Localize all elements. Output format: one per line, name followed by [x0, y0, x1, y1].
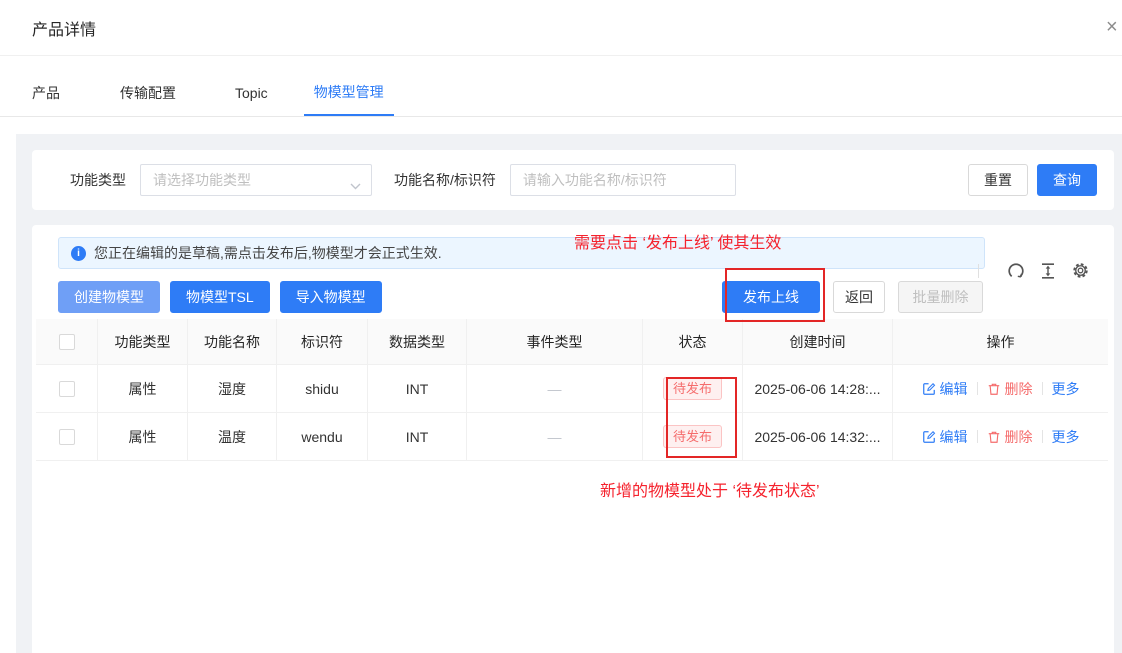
delete-button[interactable]: 删除 — [987, 379, 1033, 399]
delete-button[interactable]: 删除 — [987, 427, 1033, 447]
col-function-type: 功能类型 — [98, 319, 188, 364]
status-badge: 待发布 — [663, 377, 722, 400]
tab-topic[interactable]: Topic — [235, 56, 268, 116]
product-detail-modal: 产品详情 × 产品 传输配置 Topic 物模型管理 功能类型 请选择功能类型 … — [0, 0, 1122, 653]
toolbar: 创建物模型 物模型TSL 导入物模型 发布上线 返回 批量删除 — [58, 281, 983, 313]
more-button[interactable]: 更多 — [1052, 427, 1080, 447]
table-row: 属性 湿度 shidu INT — 待发布 2025-06-06 14:28:.… — [36, 365, 1108, 413]
status-annotation-text: 新增的物模型处于 ‘待发布状态’ — [600, 477, 820, 501]
edit-button[interactable]: 编辑 — [922, 427, 968, 447]
row-identifier: wendu — [277, 413, 368, 460]
tab-product[interactable]: 产品 — [32, 56, 60, 116]
thing-model-card: i 您正在编辑的是草稿,需点击发布后,物模型才会正式生效. 需要点击 ‘发布上线… — [32, 225, 1114, 653]
function-type-placeholder: 请选择功能类型 — [153, 170, 251, 190]
back-button[interactable]: 返回 — [833, 281, 885, 313]
chevron-down-icon — [350, 177, 361, 193]
row-created-time: 2025-06-06 14:32:... — [743, 413, 893, 460]
function-name-input[interactable] — [510, 164, 736, 196]
close-icon[interactable]: × — [1106, 16, 1122, 39]
thing-model-tsl-button[interactable]: 物模型TSL — [170, 281, 270, 313]
row-function-type: 属性 — [98, 413, 188, 460]
row-function-name: 湿度 — [188, 365, 277, 412]
row-event-type: — — [467, 413, 643, 460]
col-identifier: 标识符 — [277, 319, 368, 364]
query-button[interactable]: 查询 — [1037, 164, 1097, 196]
column-height-icon[interactable] — [1039, 262, 1057, 280]
create-thing-model-button[interactable]: 创建物模型 — [58, 281, 160, 313]
row-data-type: INT — [368, 413, 467, 460]
table-header-row: 功能类型 功能名称 标识符 数据类型 事件类型 状态 创建时间 操作 — [36, 319, 1108, 365]
content-area: 功能类型 请选择功能类型 功能名称/标识符 重置 查询 i 您正在编辑的是草稿,… — [16, 134, 1122, 653]
row-event-type: — — [467, 365, 643, 412]
row-checkbox[interactable] — [59, 429, 75, 445]
tab-thing-model[interactable]: 物模型管理 — [304, 56, 394, 116]
tab-transport-config[interactable]: 传输配置 — [120, 56, 176, 116]
tool-divider — [978, 264, 979, 278]
op-divider — [1042, 430, 1043, 443]
reload-icon[interactable] — [1007, 262, 1025, 280]
row-identifier: shidu — [277, 365, 368, 412]
col-created-time: 创建时间 — [743, 319, 893, 364]
info-icon: i — [71, 246, 86, 261]
select-all-checkbox[interactable] — [59, 334, 75, 350]
row-function-name: 温度 — [188, 413, 277, 460]
table-tool-icons — [978, 261, 1090, 280]
draft-alert: i 您正在编辑的是草稿,需点击发布后,物模型才会正式生效. — [58, 237, 985, 269]
tab-bar: 产品 传输配置 Topic 物模型管理 — [0, 56, 1122, 117]
op-divider — [977, 382, 978, 395]
row-checkbox[interactable] — [59, 381, 75, 397]
page-title: 产品详情 — [32, 16, 96, 40]
reset-button[interactable]: 重置 — [968, 164, 1028, 196]
function-type-label: 功能类型 — [70, 170, 126, 190]
row-data-type: INT — [368, 365, 467, 412]
settings-icon[interactable] — [1071, 261, 1090, 280]
col-function-name: 功能名称 — [188, 319, 277, 364]
row-created-time: 2025-06-06 14:28:... — [743, 365, 893, 412]
filter-card: 功能类型 请选择功能类型 功能名称/标识符 重置 查询 — [32, 150, 1114, 210]
publish-annotation-text: 需要点击 ‘发布上线’ 使其生效 — [574, 229, 781, 253]
edit-button[interactable]: 编辑 — [922, 379, 968, 399]
col-status: 状态 — [643, 319, 743, 364]
table-row: 属性 温度 wendu INT — 待发布 2025-06-06 14:32:.… — [36, 413, 1108, 461]
op-divider — [977, 430, 978, 443]
batch-delete-button[interactable]: 批量删除 — [898, 281, 983, 313]
col-event-type: 事件类型 — [467, 319, 643, 364]
row-function-type: 属性 — [98, 365, 188, 412]
draft-alert-text: 您正在编辑的是草稿,需点击发布后,物模型才会正式生效. — [94, 243, 442, 263]
function-type-select[interactable]: 请选择功能类型 — [140, 164, 372, 196]
function-name-label: 功能名称/标识符 — [394, 170, 496, 190]
modal-header: 产品详情 — [0, 0, 1122, 56]
thing-model-table: 功能类型 功能名称 标识符 数据类型 事件类型 状态 创建时间 操作 属性 湿度… — [36, 319, 1108, 461]
col-operation: 操作 — [893, 319, 1108, 364]
more-button[interactable]: 更多 — [1052, 379, 1080, 399]
status-badge: 待发布 — [663, 425, 722, 448]
col-data-type: 数据类型 — [368, 319, 467, 364]
publish-online-button[interactable]: 发布上线 — [722, 281, 820, 313]
import-thing-model-button[interactable]: 导入物模型 — [280, 281, 382, 313]
op-divider — [1042, 382, 1043, 395]
